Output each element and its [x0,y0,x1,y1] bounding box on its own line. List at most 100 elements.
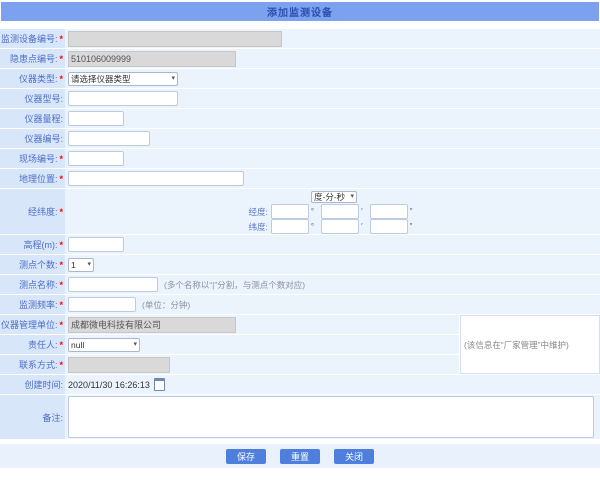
field-point-count: 1 ▾ [65,255,600,274]
latitude-label: 纬度: [249,221,268,233]
frequency-input[interactable] [68,297,136,312]
close-button[interactable]: 关闭 [334,449,374,464]
label-contact: 联系方式: * [0,355,65,374]
field-row-contact: 联系方式: * [0,355,459,374]
label-site-number: 现场编号: * [0,149,65,168]
label-remark: 备注: [0,395,65,439]
label-text: 责任人: [28,338,58,351]
field-row-instrument-model: 仪器型号: [0,89,600,108]
chevron-down-icon: ▾ [84,261,91,268]
label-elevation: 高程(m): * [0,235,65,254]
coord-format-select[interactable]: 度-分-秒 ▾ [311,191,357,203]
hazard-point-number-input [68,51,236,67]
point-names-hint: (多个名称以“|”分割，与测点个数对应) [164,279,305,291]
second-symbol: ″ [410,222,413,231]
required-star: * [59,34,63,44]
degree-symbol: ° [311,207,314,216]
field-remark [65,395,600,439]
label-text: 地理位置: [19,172,58,185]
field-row-responsible: 责任人: * null ▾ [0,335,459,354]
label-text: 监测设备编号: [1,32,58,45]
label-text: 经纬度: [28,205,58,218]
label-text: 高程(m): [23,238,57,251]
field-row-coordinates: 经纬度: * 度-分-秒 ▾ 经度: ° ′ ″ 纬度: [0,189,600,234]
label-instrument-model: 仪器型号: [0,89,65,108]
longitude-sec-input[interactable] [370,204,408,219]
chevron-down-icon: ▾ [130,341,137,348]
label-text: 仪器类型: [19,72,58,85]
label-instrument-range: 仪器量程: [0,109,65,128]
field-device-number [65,29,600,48]
field-row-frequency: 监测频率: * (单位：分钟) [0,295,600,314]
field-row-point-count: 测点个数: * 1 ▾ [0,255,600,274]
field-created-time: 2020/11/30 16:26:13 [65,375,600,394]
label-responsible: 责任人: * [0,335,65,354]
label-device-number: 监测设备编号: * [0,29,65,48]
latitude-sec-input[interactable] [370,219,408,234]
label-text: 现场编号: [19,152,58,165]
latitude-line: 纬度: ° ′ ″ [249,219,420,234]
second-symbol: ″ [410,207,413,216]
point-names-input[interactable] [68,277,158,292]
field-row-remark: 备注: [0,395,600,439]
selected-value: 请选择仪器类型 [71,73,131,85]
field-location [65,169,600,188]
field-responsible: null ▾ [65,335,459,354]
field-instrument-number [65,129,600,148]
field-coordinates: 度-分-秒 ▾ 经度: ° ′ ″ 纬度: ° ′ ″ [65,189,600,234]
label-text: 仪器量程: [24,112,63,125]
label-point-names: 测点名称: * [0,275,65,294]
point-count-select[interactable]: 1 ▾ [68,258,94,272]
instrument-type-select[interactable]: 请选择仪器类型 ▾ [68,72,178,86]
latitude-deg-input[interactable] [271,219,309,234]
label-point-count: 测点个数: * [0,255,65,274]
label-text: 监测频率: [19,298,58,311]
site-number-input[interactable] [68,151,124,166]
frequency-unit-hint: (单位：分钟) [142,299,190,311]
label-frequency: 监测频率: * [0,295,65,314]
instrument-model-input[interactable] [68,91,178,106]
location-input[interactable] [68,171,244,186]
vendor-maintain-note-text: (该信息在“厂家管理”中维护) [464,339,569,351]
save-button[interactable]: 保存 [226,449,266,464]
label-coordinates: 经纬度: * [0,189,65,234]
elevation-input[interactable] [68,237,124,252]
label-location: 地理位置: * [0,169,65,188]
latitude-min-input[interactable] [321,219,359,234]
required-star: * [59,154,63,164]
field-elevation [65,235,600,254]
field-row-management-unit: 仪器管理单位: * [0,315,459,334]
instrument-range-input[interactable] [68,111,124,126]
field-row-instrument-range: 仪器量程: [0,109,600,128]
vendor-group-rows: 仪器管理单位: * 责任人: * null ▾ [0,315,459,374]
label-text: 测点个数: [19,258,58,271]
label-management-unit: 仪器管理单位: * [0,315,65,334]
calendar-icon[interactable] [154,378,165,391]
label-text: 仪器管理单位: [1,318,58,331]
field-instrument-type: 请选择仪器类型 ▾ [65,69,600,88]
label-hazard-number: 隐患点编号: * [0,49,65,68]
field-contact [65,355,459,374]
label-created-time: 创建时间: [0,375,65,394]
field-row-created-time: 创建时间: 2020/11/30 16:26:13 [0,375,600,394]
label-text: 联系方式: [19,358,58,371]
field-site-number [65,149,600,168]
add-device-form: 监测设备编号: * 隐患点编号: * 仪器类型: * 请选择仪器类型 ▾ [0,29,600,439]
field-row-site-number: 现场编号: * [0,149,600,168]
instrument-number-input[interactable] [68,131,150,146]
dialog-title: 添加监测设备 [1,2,599,21]
reset-button[interactable]: 重置 [280,449,320,464]
responsible-select[interactable]: null ▾ [68,338,140,352]
coord-format-line: 度-分-秒 ▾ [311,189,357,204]
field-row-point-names: 测点名称: * (多个名称以“|”分割，与测点个数对应) [0,275,600,294]
label-text: 隐患点编号: [10,52,58,65]
longitude-deg-input[interactable] [271,204,309,219]
remark-textarea[interactable] [68,396,594,438]
degree-symbol: ° [311,222,314,231]
longitude-label: 经度: [249,206,268,218]
field-point-names: (多个名称以“|”分割，与测点个数对应) [65,275,600,294]
field-hazard-number [65,49,600,68]
field-row-elevation: 高程(m): * [0,235,600,254]
longitude-min-input[interactable] [321,204,359,219]
chevron-down-icon: ▾ [168,75,175,82]
